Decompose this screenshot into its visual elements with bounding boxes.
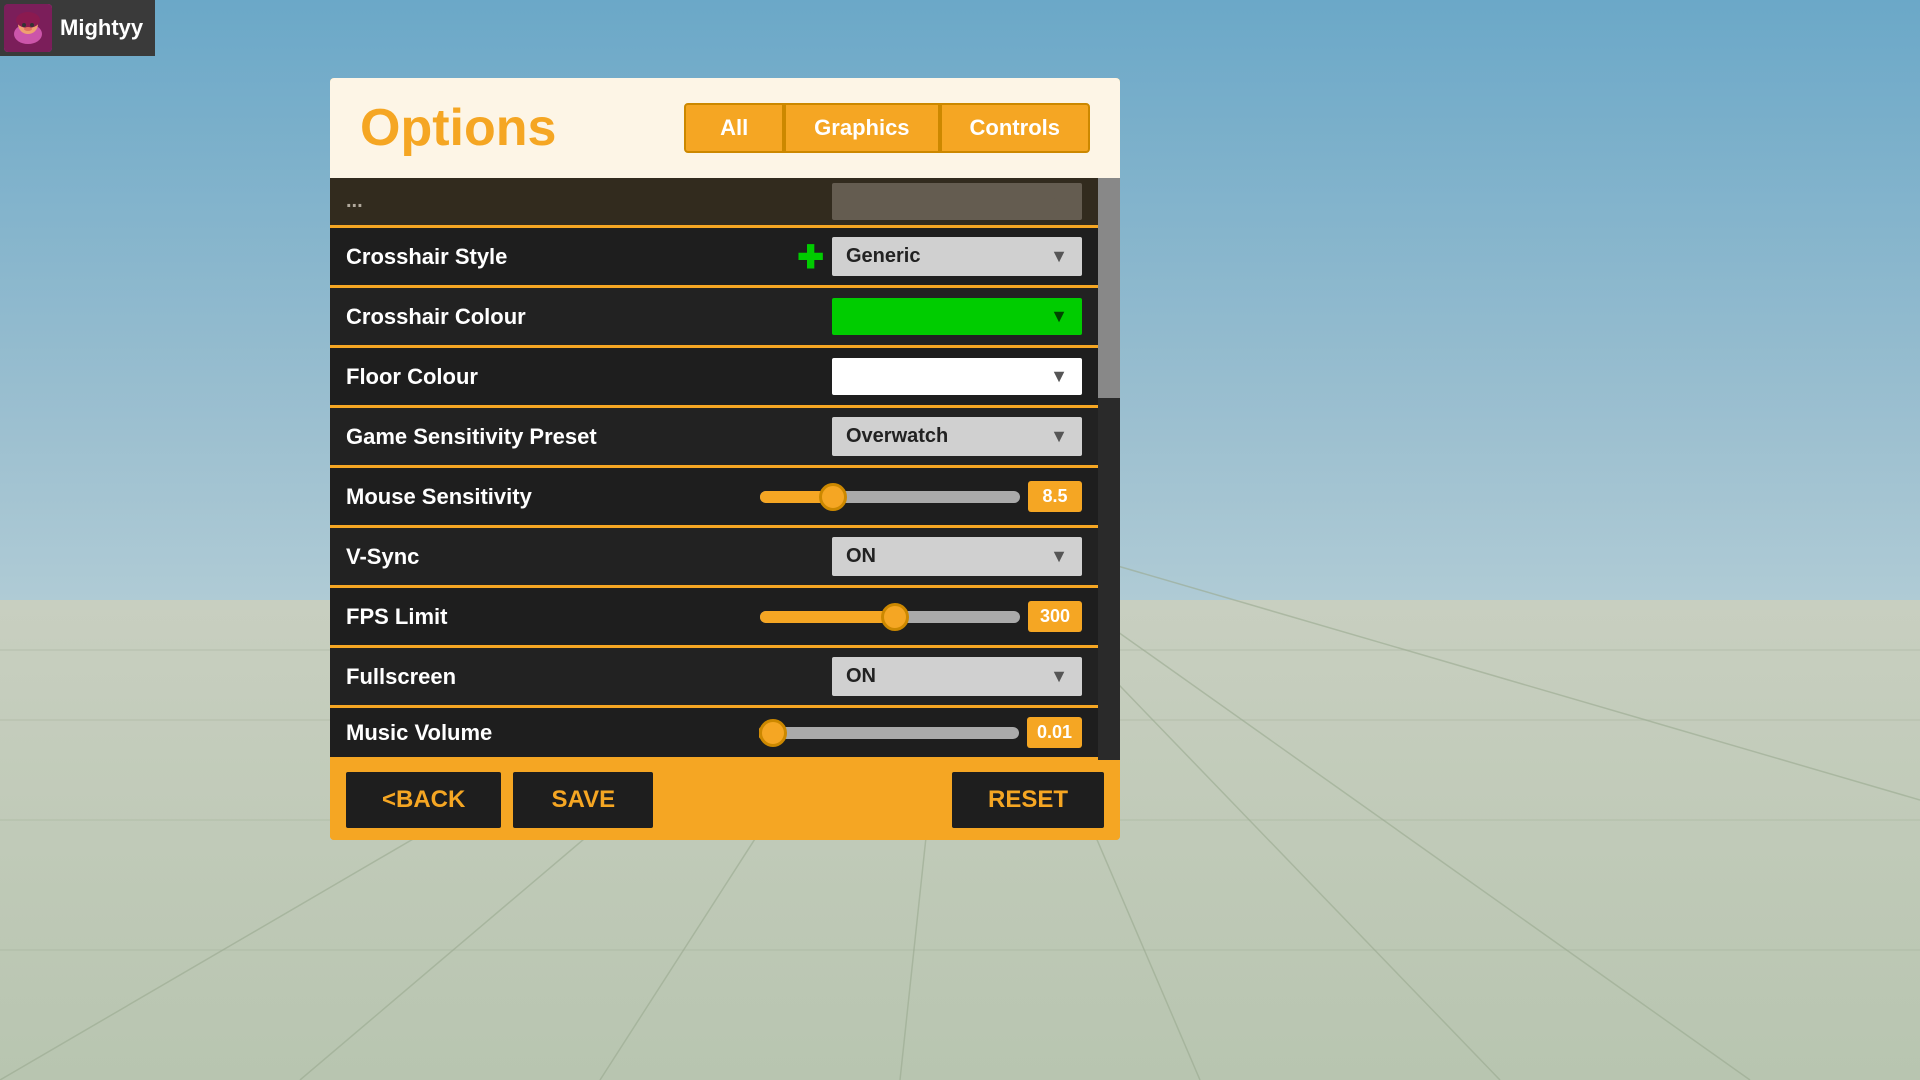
user-bar: Mightyy xyxy=(0,0,155,56)
music-volume-control: 0.01 xyxy=(686,717,1082,748)
music-volume-row: Music Volume 0.01 xyxy=(330,708,1098,760)
chevron-icon: ▼ xyxy=(1050,306,1068,327)
game-sensitivity-value: Overwatch xyxy=(846,425,948,448)
fps-limit-control: 300 xyxy=(686,601,1082,632)
vsync-control: ON ▼ xyxy=(686,537,1082,576)
mouse-sensitivity-value: 8.5 xyxy=(1028,481,1082,512)
crosshair-style-label: Crosshair Style xyxy=(346,244,686,270)
modal-header: Options All Graphics Controls xyxy=(330,78,1120,178)
crosshair-colour-dropdown[interactable]: ▼ xyxy=(832,298,1082,335)
fullscreen-row: Fullscreen ON ▼ xyxy=(330,648,1098,708)
floor-colour-control: ▼ xyxy=(686,358,1082,395)
vsync-row: V-Sync ON ▼ xyxy=(330,528,1098,588)
chevron-icon: ▼ xyxy=(1050,191,1068,212)
crosshair-colour-control: ▼ xyxy=(686,298,1082,335)
fps-limit-track[interactable] xyxy=(760,611,1020,623)
fullscreen-label: Fullscreen xyxy=(346,664,686,690)
crosshair-style-value: Generic xyxy=(846,245,920,268)
chevron-icon: ▼ xyxy=(1050,666,1068,687)
fps-limit-row: FPS Limit 300 xyxy=(330,588,1098,648)
mouse-sensitivity-slider-container: 8.5 xyxy=(686,481,1082,512)
crosshair-style-row: Crosshair Style ✚ Generic ▼ xyxy=(330,228,1098,288)
vsync-value: ON xyxy=(846,545,876,568)
username: Mightyy xyxy=(60,15,143,41)
chevron-icon: ▼ xyxy=(1050,246,1068,267)
game-sensitivity-row: Game Sensitivity Preset Overwatch ▼ xyxy=(330,408,1098,468)
chevron-icon: ▼ xyxy=(1050,546,1068,567)
scrollbar[interactable] xyxy=(1098,178,1120,760)
modal-footer: <BACK SAVE RESET xyxy=(330,760,1120,840)
floor-colour-dropdown[interactable]: ▼ xyxy=(832,358,1082,395)
avatar xyxy=(4,4,52,52)
partial-control: ▼ xyxy=(686,183,1082,220)
music-volume-slider-container: 0.01 xyxy=(686,717,1082,748)
game-sensitivity-label: Game Sensitivity Preset xyxy=(346,424,686,450)
music-volume-value: 0.01 xyxy=(1027,717,1082,748)
back-button[interactable]: <BACK xyxy=(346,772,501,828)
fps-limit-slider-container: 300 xyxy=(686,601,1082,632)
tab-controls[interactable]: Controls xyxy=(940,103,1090,153)
fps-limit-label: FPS Limit xyxy=(346,604,686,630)
mouse-sensitivity-label: Mouse Sensitivity xyxy=(346,484,686,510)
vsync-dropdown[interactable]: ON ▼ xyxy=(832,537,1082,576)
chevron-icon: ▼ xyxy=(1050,426,1068,447)
reset-button[interactable]: RESET xyxy=(952,772,1104,828)
crosshair-colour-label: Crosshair Colour xyxy=(346,304,686,330)
music-volume-thumb[interactable] xyxy=(759,719,787,747)
crosshair-style-dropdown[interactable]: Generic ▼ xyxy=(832,237,1082,276)
floor-colour-row: Floor Colour ▼ xyxy=(330,348,1098,408)
partial-row: ... ▼ xyxy=(330,178,1098,228)
vsync-label: V-Sync xyxy=(346,544,686,570)
scrollbar-track[interactable] xyxy=(1098,178,1120,760)
floor-colour-label: Floor Colour xyxy=(346,364,686,390)
settings-list: ... ▼ Crosshair Style ✚ Generic ▼ xyxy=(330,178,1098,760)
modal-title: Options xyxy=(360,98,556,158)
fps-limit-fill xyxy=(760,611,895,623)
fps-limit-value: 300 xyxy=(1028,601,1082,632)
fullscreen-dropdown[interactable]: ON ▼ xyxy=(832,657,1082,696)
chevron-icon: ▼ xyxy=(1050,366,1068,387)
partial-label: ... xyxy=(346,190,686,213)
tab-all[interactable]: All xyxy=(684,103,784,153)
scrollbar-thumb[interactable] xyxy=(1098,178,1120,398)
crosshair-plus-icon: ✚ xyxy=(797,238,824,276)
game-sensitivity-dropdown[interactable]: Overwatch ▼ xyxy=(832,417,1082,456)
tab-graphics[interactable]: Graphics xyxy=(784,103,939,153)
mouse-sensitivity-row: Mouse Sensitivity 8.5 xyxy=(330,468,1098,528)
crosshair-colour-row: Crosshair Colour ▼ xyxy=(330,288,1098,348)
mouse-sensitivity-thumb[interactable] xyxy=(819,483,847,511)
mouse-sensitivity-track[interactable] xyxy=(760,491,1020,503)
tab-group: All Graphics Controls xyxy=(684,103,1090,153)
partial-dropdown[interactable]: ▼ xyxy=(832,183,1082,220)
crosshair-style-control: ✚ Generic ▼ xyxy=(686,237,1082,276)
music-volume-track[interactable] xyxy=(759,727,1019,739)
fullscreen-control: ON ▼ xyxy=(686,657,1082,696)
fps-limit-thumb[interactable] xyxy=(881,603,909,631)
save-button[interactable]: SAVE xyxy=(513,772,653,828)
fullscreen-value: ON xyxy=(846,665,876,688)
options-modal: Options All Graphics Controls ... ▼ Cro xyxy=(330,78,1120,840)
music-volume-label: Music Volume xyxy=(346,720,686,746)
game-sensitivity-control: Overwatch ▼ xyxy=(686,417,1082,456)
settings-area: ... ▼ Crosshair Style ✚ Generic ▼ xyxy=(330,178,1120,760)
mouse-sensitivity-control: 8.5 xyxy=(686,481,1082,512)
